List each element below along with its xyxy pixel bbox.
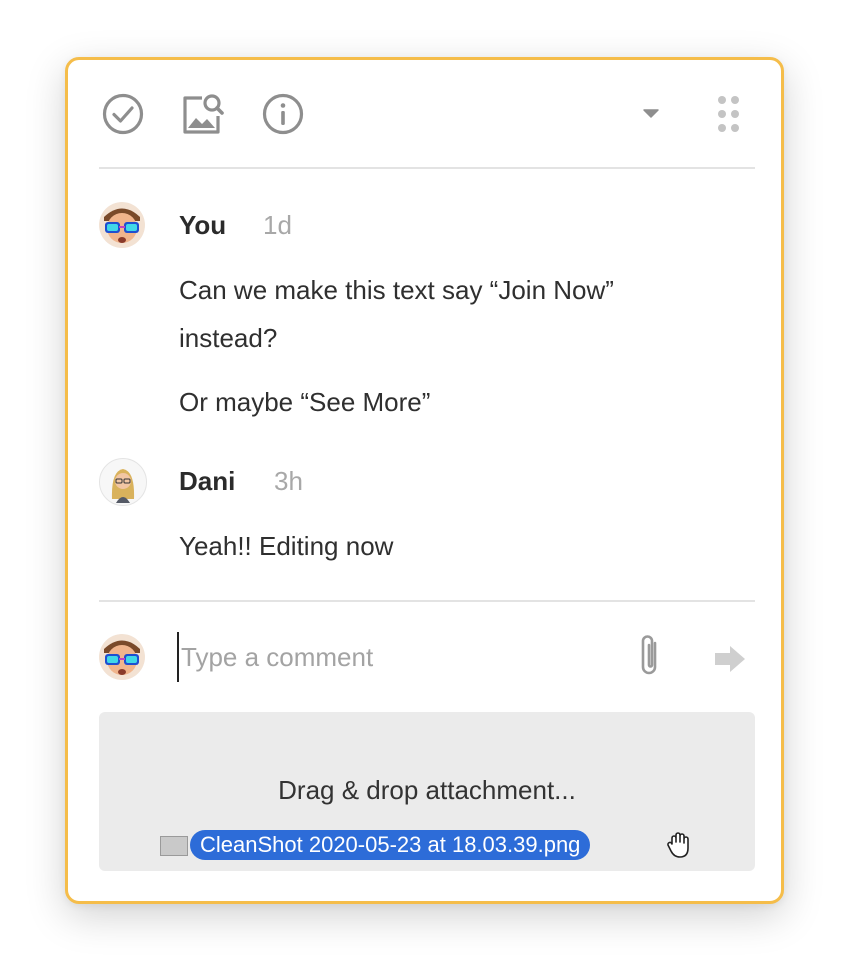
comment-text: Can we make this text say “Join Now” (179, 275, 614, 305)
comment-timestamp: 1d (263, 210, 292, 240)
send-arrow-icon[interactable] (713, 644, 747, 674)
dropzone-label: Drag & drop attachment... (278, 775, 576, 805)
info-icon[interactable] (261, 92, 305, 136)
file-thumbnail-icon (160, 836, 188, 856)
image-search-icon[interactable] (180, 90, 226, 136)
comment-timestamp: 3h (274, 466, 303, 496)
comments-divider (99, 600, 755, 602)
avatar (99, 458, 147, 506)
comment-text: Yeah!! Editing now (179, 531, 394, 561)
attachment-icon[interactable] (635, 633, 665, 681)
resolve-check-icon[interactable] (101, 92, 145, 136)
comment-text: Or maybe “See More” (179, 387, 431, 417)
avatar (99, 634, 145, 680)
drag-handle-icon[interactable] (717, 95, 741, 133)
comment-input[interactable] (177, 632, 621, 682)
dragged-file-name: CleanShot 2020-05-23 at 18.03.39.png (190, 830, 591, 860)
attachment-dropzone[interactable]: Drag & drop attachment... CleanShot 2020… (99, 712, 755, 871)
comment-panel: You 1d Can we make this text say “Join N… (65, 57, 784, 904)
comment-author: Dani (179, 466, 236, 496)
dropdown-caret-icon[interactable] (641, 106, 661, 120)
toolbar-divider (99, 167, 755, 169)
comment-author: You (179, 210, 227, 240)
comment-text: instead? (179, 323, 278, 353)
grab-cursor-icon (666, 830, 694, 860)
avatar (99, 202, 145, 248)
